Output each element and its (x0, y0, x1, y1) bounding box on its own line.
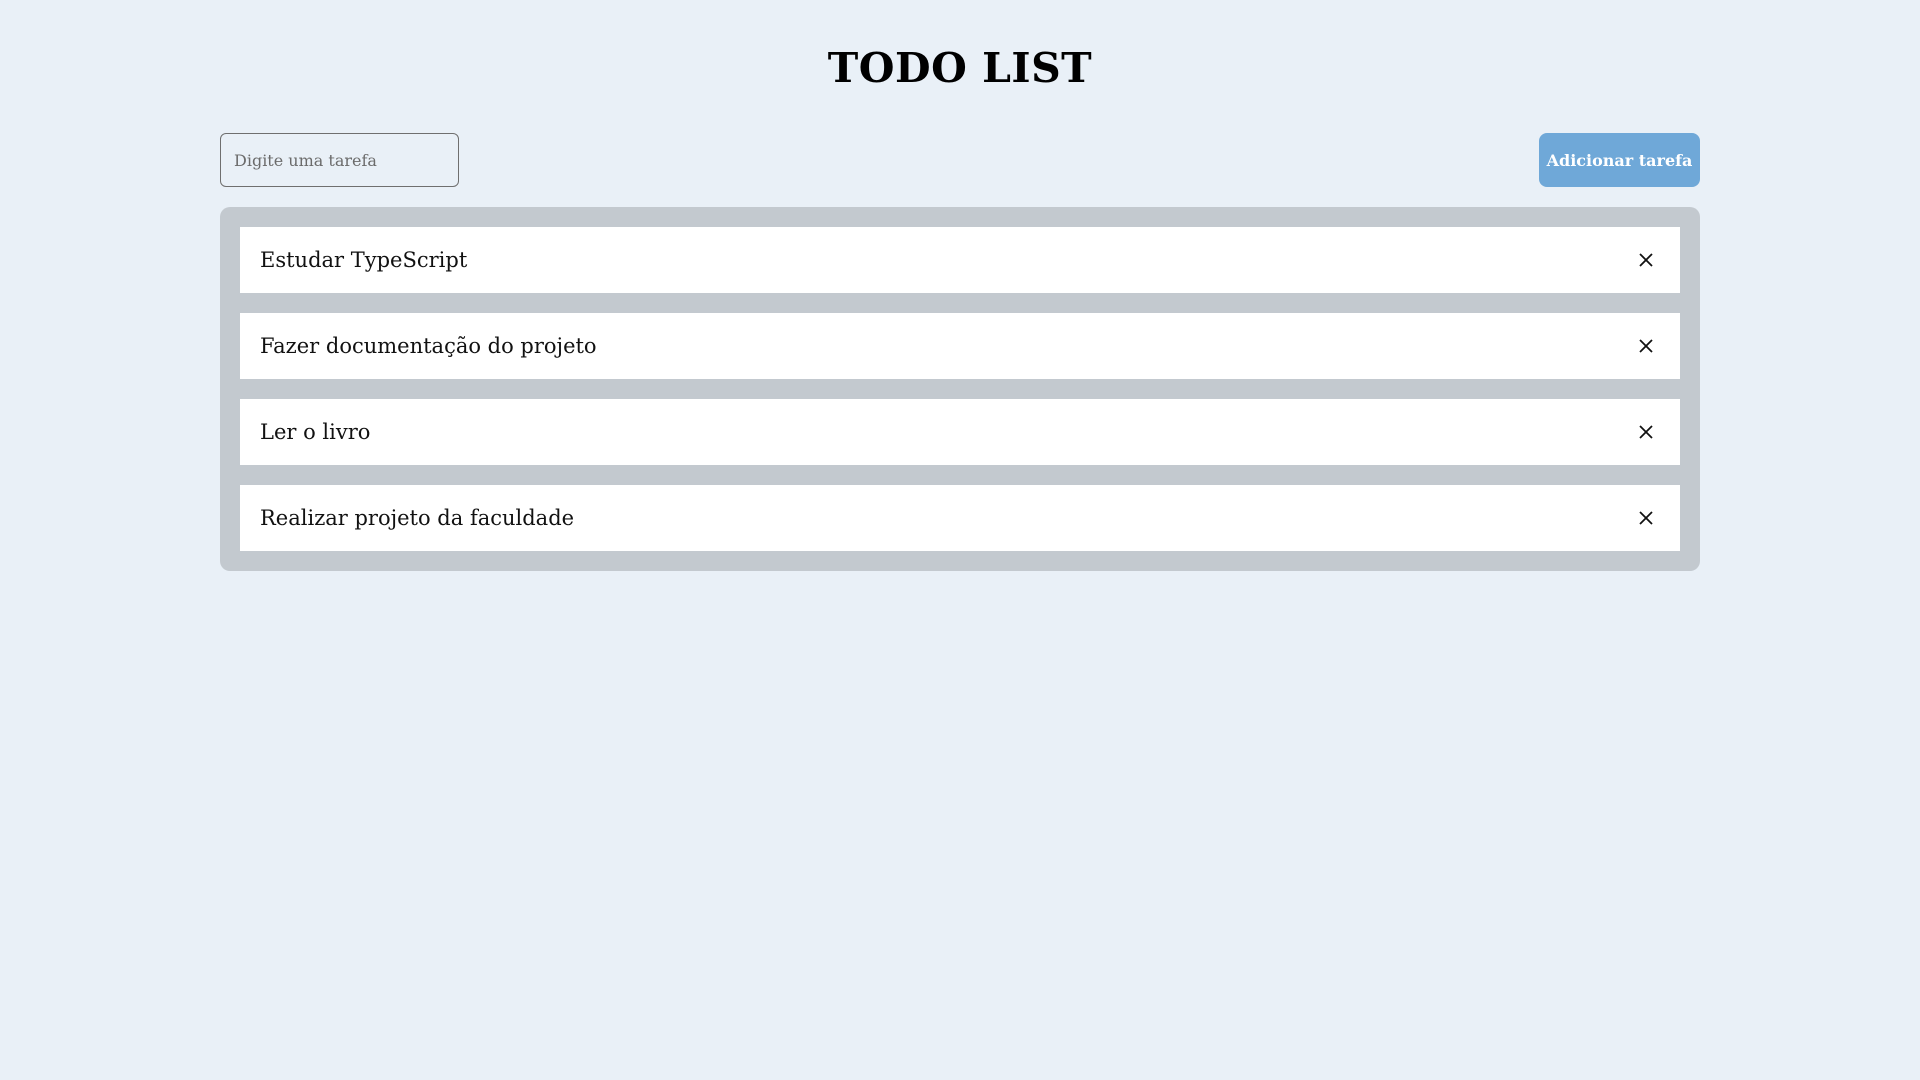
task-item: Fazer documentação do projeto (240, 313, 1680, 379)
add-task-button[interactable]: Adicionar tarefa (1539, 133, 1700, 187)
delete-task-button[interactable] (1632, 332, 1660, 360)
task-text: Fazer documentação do projeto (260, 334, 597, 358)
delete-task-button[interactable] (1632, 504, 1660, 532)
app-root: TODO LIST Adicionar tarefa Estudar TypeS… (0, 0, 1920, 1080)
task-text: Estudar TypeScript (260, 248, 468, 272)
task-item: Realizar projeto da faculdade (240, 485, 1680, 551)
task-text: Realizar projeto da faculdade (260, 506, 575, 530)
close-icon (1639, 253, 1653, 267)
close-icon (1639, 339, 1653, 353)
task-item: Estudar TypeScript (240, 227, 1680, 293)
task-text: Ler o livro (260, 420, 371, 444)
page-title: TODO LIST (827, 44, 1093, 92)
close-icon (1639, 425, 1653, 439)
task-item: Ler o livro (240, 399, 1680, 465)
task-list: Estudar TypeScript Fazer documentação do… (220, 207, 1700, 571)
delete-task-button[interactable] (1632, 246, 1660, 274)
task-form: Adicionar tarefa (220, 133, 1700, 187)
task-input[interactable] (220, 133, 459, 187)
delete-task-button[interactable] (1632, 418, 1660, 446)
close-icon (1639, 511, 1653, 525)
